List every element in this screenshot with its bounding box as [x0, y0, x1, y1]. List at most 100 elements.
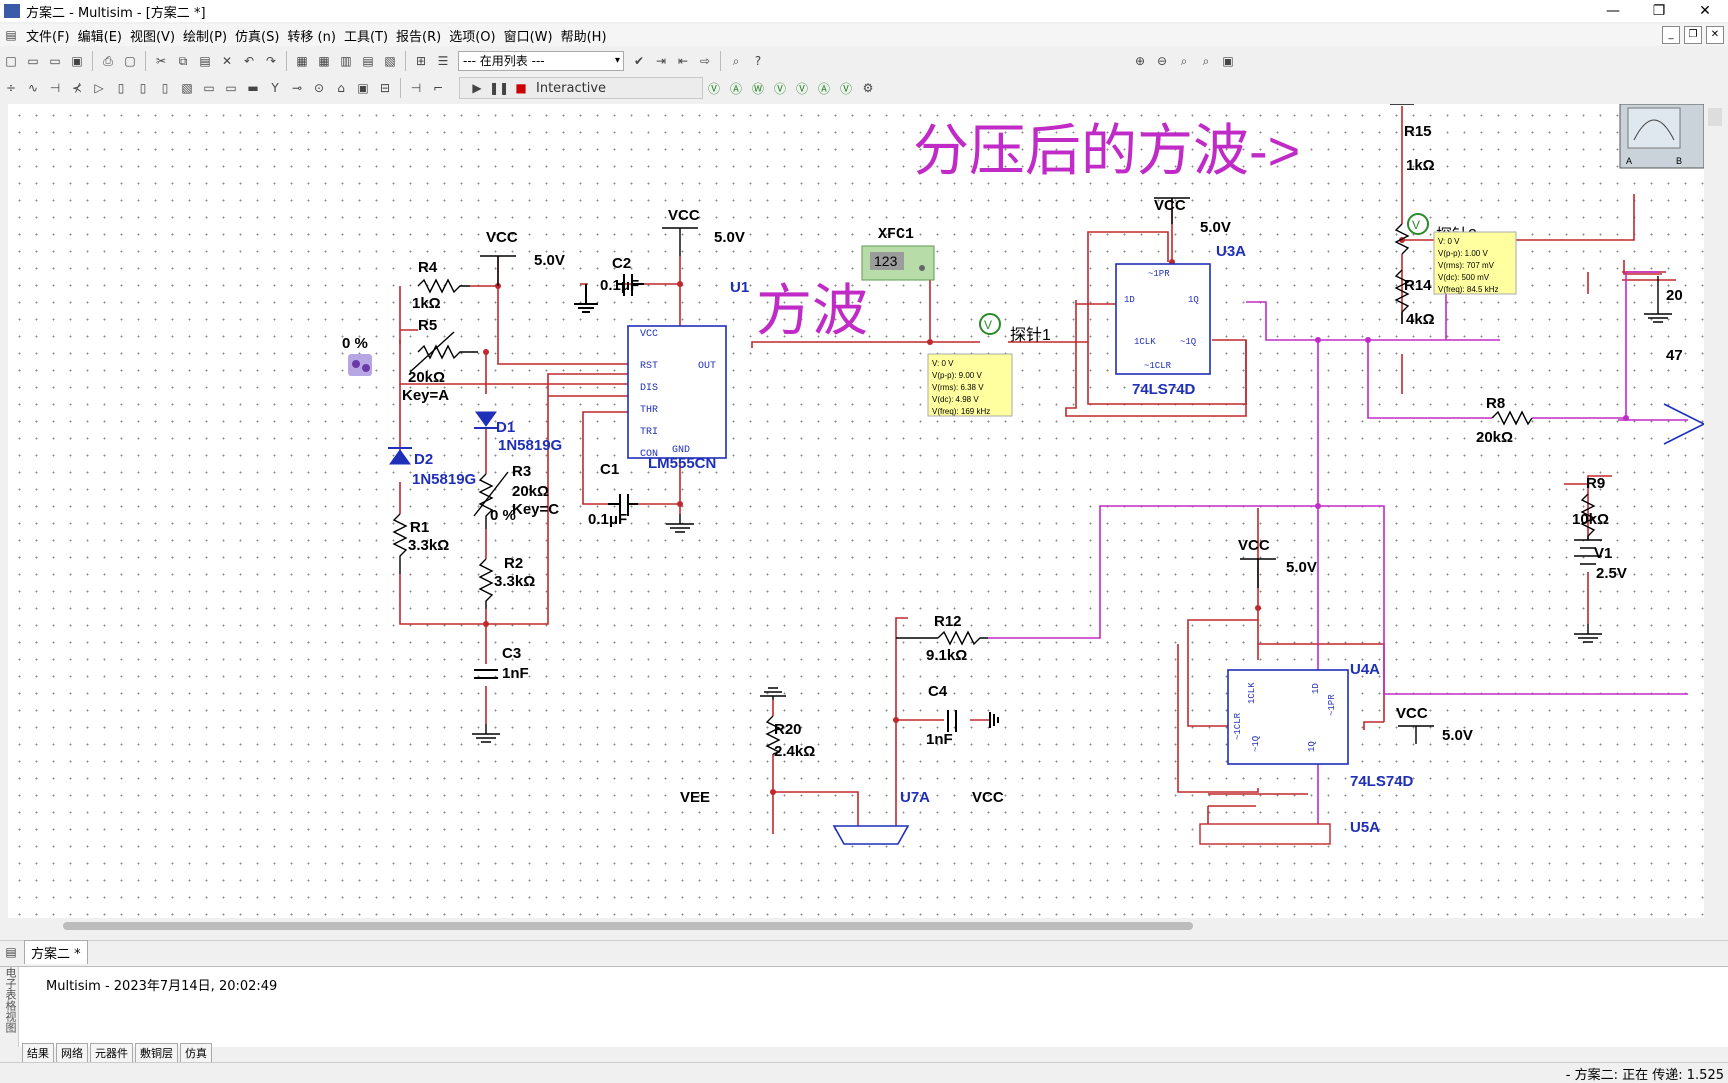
menu-simulate[interactable]: 仿真(S)	[231, 26, 283, 45]
menu-reports[interactable]: 报告(R)	[392, 26, 445, 45]
menu-window[interactable]: 窗口(W)	[500, 26, 557, 45]
menu-tools[interactable]: 工具(T)	[340, 26, 392, 45]
tab-copper-layers[interactable]: 敷铜层	[135, 1043, 178, 1063]
horizontal-scrollbar[interactable]	[8, 918, 1704, 932]
source-icon[interactable]: ÷	[2, 79, 20, 97]
probe-diff-icon[interactable]: Ⓥ	[771, 79, 789, 97]
zoom-sheet-icon[interactable]: ⌕	[1197, 52, 1215, 70]
save-icon[interactable]: ▣	[68, 52, 86, 70]
mcu-icon[interactable]: ▯	[156, 79, 174, 97]
probe-power-icon[interactable]: Ⓦ	[749, 79, 767, 97]
u5a-chip[interactable]	[1199, 823, 1331, 845]
interactive-mode-label[interactable]: Interactive	[536, 81, 606, 96]
electromech-icon[interactable]: ⊸	[288, 79, 306, 97]
backannotate-icon[interactable]: ⇤	[674, 52, 692, 70]
grapher-icon[interactable]: ▥	[337, 52, 355, 70]
u3a-flipflop-chip[interactable]: ~1PR 1D 1Q 1CLK ~1Q ~1CLR	[1115, 263, 1211, 375]
probe-1[interactable]: V 探针1 V: 0 V V(p-p): 9.00 V V(rms): 6.38…	[927, 313, 1051, 417]
basic-icon[interactable]: ∿	[24, 79, 42, 97]
u1-lm555-chip[interactable]: VCC RST DIS THR TRI CON OUT GND	[627, 325, 727, 460]
open-folder-icon[interactable]: ▭	[24, 52, 42, 70]
menu-transfer[interactable]: 转移 (n)	[283, 26, 340, 45]
cut-icon[interactable]: ✂	[152, 52, 170, 70]
analog-icon[interactable]: ▷	[90, 79, 108, 97]
close-button[interactable]: ✕	[1682, 0, 1728, 22]
mixed-icon[interactable]: ▧	[178, 79, 196, 97]
maximize-button[interactable]: ❐	[1636, 0, 1682, 22]
delete-icon[interactable]: ✕	[218, 52, 236, 70]
indicator-icon[interactable]: ▭	[200, 79, 218, 97]
tab-simulation[interactable]: 仿真	[180, 1043, 212, 1063]
document-icon[interactable]: ▤	[2, 26, 20, 44]
database-icon[interactable]: ▤	[359, 52, 377, 70]
probe-ref-icon[interactable]: Ⓥ	[793, 79, 811, 97]
menu-edit[interactable]: 编辑(E)	[74, 26, 126, 45]
bus-icon[interactable]: ⊣	[407, 79, 425, 97]
doc-close-button[interactable]: ✕	[1706, 26, 1724, 44]
menu-place[interactable]: 绘制(P)	[179, 26, 231, 45]
menu-help[interactable]: 帮助(H)	[557, 26, 611, 45]
hierarchy-icon[interactable]: ⊞	[412, 52, 430, 70]
open-sample-icon[interactable]: ▭	[46, 52, 64, 70]
probe-freq-icon[interactable]: Ⓥ	[837, 79, 855, 97]
probe-digital-icon[interactable]: Ⓐ	[815, 79, 833, 97]
tab-scheme2[interactable]: 方案二 *	[24, 940, 88, 964]
u4a-flipflop-chip[interactable]: 1CLK 1D ~1CLR ~1PR ~1Q 1Q	[1227, 669, 1349, 765]
paste-icon[interactable]: ▤	[196, 52, 214, 70]
redo-icon[interactable]: ↷	[262, 52, 280, 70]
copy-icon[interactable]: ⧉	[174, 52, 192, 70]
diode-icon[interactable]: ⊣	[46, 79, 64, 97]
run-simulation-icon[interactable]: ▶	[468, 79, 486, 97]
tab-nets[interactable]: 网络	[56, 1043, 88, 1063]
doc-restore-button[interactable]: ❐	[1684, 26, 1702, 44]
probe-voltage-icon[interactable]: Ⓥ	[705, 79, 723, 97]
zoom-out-icon[interactable]: ⊖	[1153, 52, 1171, 70]
menu-options[interactable]: 选项(O)	[445, 26, 499, 45]
new-file-icon[interactable]: □	[2, 52, 20, 70]
ttl-icon[interactable]: ▯	[112, 79, 130, 97]
rf-icon[interactable]: Y	[266, 79, 284, 97]
xfc1-frequency-counter[interactable]: XFC1 123	[861, 226, 935, 281]
ladder-icon[interactable]: ⊟	[376, 79, 394, 97]
erc-icon[interactable]: ✔	[630, 52, 648, 70]
stop-simulation-icon[interactable]: ■	[512, 79, 530, 97]
transistor-icon[interactable]: ⊀	[68, 79, 86, 97]
forward-annotate-icon[interactable]: ⇨	[696, 52, 714, 70]
horizontal-scrollbar-thumb[interactable]	[63, 922, 1193, 930]
misc-icon[interactable]: ▭	[222, 79, 240, 97]
probe-current-icon[interactable]: Ⓐ	[727, 79, 745, 97]
help-icon[interactable]: ?	[749, 52, 767, 70]
mcu-module-icon[interactable]: ▣	[354, 79, 372, 97]
probe-settings-icon[interactable]: ⚙	[859, 79, 877, 97]
power-icon[interactable]: ▬	[244, 79, 262, 97]
tab-components[interactable]: 元器件	[90, 1043, 133, 1063]
fullscreen-icon[interactable]: ▣	[1219, 52, 1237, 70]
ni-icon[interactable]: ⊙	[310, 79, 328, 97]
tab-results[interactable]: 结果	[22, 1043, 54, 1063]
transfer-ultiboard-icon[interactable]: ⇥	[652, 52, 670, 70]
cmos-icon[interactable]: ▯	[134, 79, 152, 97]
u7a-opamp[interactable]	[832, 825, 910, 845]
in-use-list-dropdown[interactable]: --- 在用列表 --- ▾	[458, 51, 624, 71]
list-icon[interactable]: ☰	[434, 52, 452, 70]
spreadsheet-icon[interactable]: ▦	[315, 52, 333, 70]
component-wizard-icon[interactable]: ▧	[381, 52, 399, 70]
instrument-multimeter-icon[interactable]	[1708, 108, 1722, 126]
connector-icon[interactable]: ⌂	[332, 79, 350, 97]
schematic-canvas[interactable]: 分压后的方波-> 方波 VCC 5.0V VCC 5.0V VCC 5.0V V…	[8, 104, 1704, 932]
hb-icon[interactable]: ⌐	[429, 79, 447, 97]
oscilloscope-xsc[interactable]: A B	[1619, 104, 1704, 169]
minimize-button[interactable]: —	[1590, 0, 1636, 22]
find-icon[interactable]: ⌕	[727, 52, 745, 70]
print-preview-icon[interactable]: ▢	[121, 52, 139, 70]
right-opamp[interactable]	[1663, 403, 1704, 445]
menu-view[interactable]: 视图(V)	[126, 26, 179, 45]
zoom-in-icon[interactable]: ⊕	[1131, 52, 1149, 70]
design-toolbox-icon[interactable]: ▦	[293, 52, 311, 70]
undo-icon[interactable]: ↶	[240, 52, 258, 70]
zoom-area-icon[interactable]: ⌕	[1175, 52, 1193, 70]
menu-file[interactable]: 文件(F)	[22, 26, 74, 45]
pause-simulation-icon[interactable]: ❚❚	[489, 79, 509, 97]
print-icon[interactable]: ⎙	[99, 52, 117, 70]
doc-minimize-button[interactable]: _	[1662, 26, 1680, 44]
